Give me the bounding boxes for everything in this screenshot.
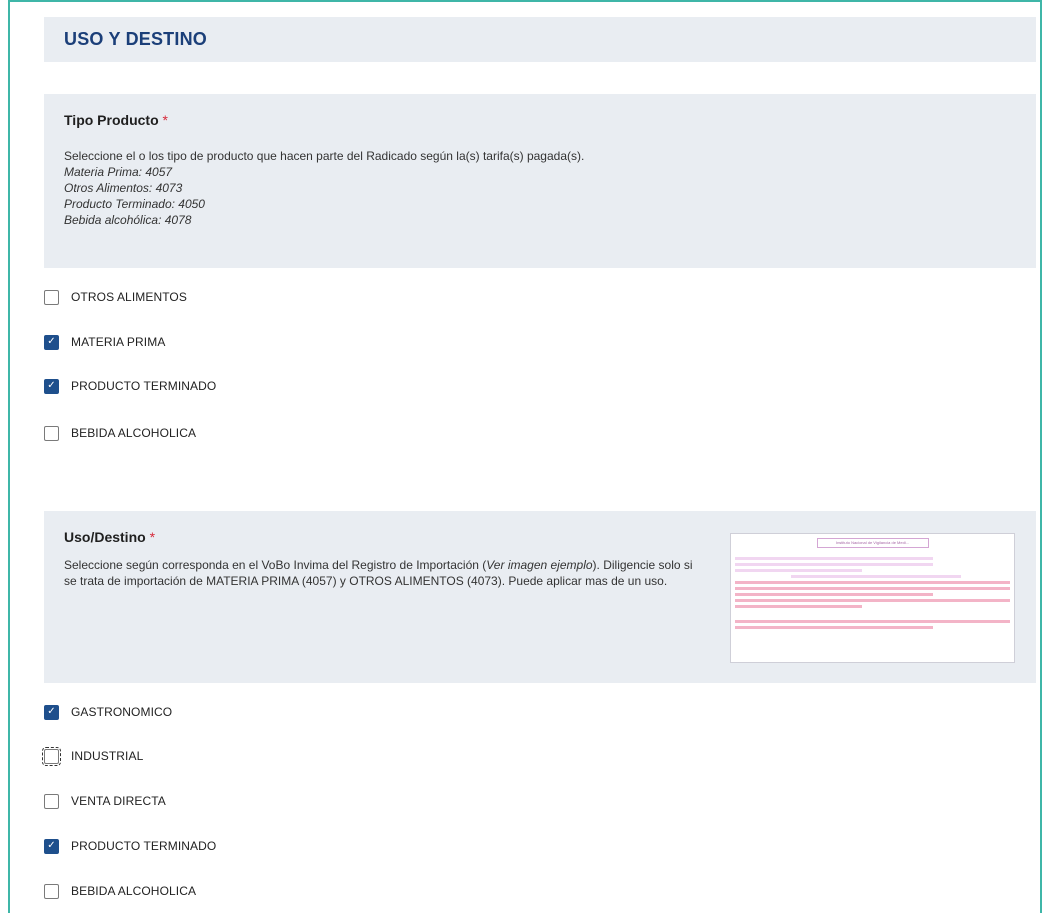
tariff-otros-alimentos: Otros Alimentos: 4073 [64,181,183,195]
section-header: USO Y DESTINO [44,17,1036,62]
check-icon: ✓ [47,380,56,391]
tipo-producto-title: Tipo Producto * [64,112,168,128]
uso-destino-description: Seleccione según corresponda en el VoBo … [64,558,693,588]
example-image-thumbnail[interactable]: Instituto Nacional de Vigilancia de Medi… [730,533,1015,663]
checkbox-gastronomico[interactable]: ✓ GASTRONOMICO [44,703,172,721]
image-line [735,626,934,629]
checkbox[interactable] [44,289,59,305]
image-line [735,563,934,566]
check-icon: ✓ [47,706,56,717]
section-title: USO Y DESTINO [64,29,207,49]
tipo-producto-description: Seleccione el o los tipo de producto que… [64,148,1016,228]
image-line [735,599,1010,602]
image-line [735,569,863,572]
image-line [735,620,1010,623]
image-line [735,581,1010,584]
required-mark: * [149,529,156,545]
checkbox[interactable] [44,793,59,809]
checkbox-bebida-alcoholica-uso[interactable]: BEBIDA ALCOHOLICA [44,882,196,900]
checkbox[interactable]: ✓ [44,334,59,350]
checkbox-materia-prima[interactable]: ✓ MATERIA PRIMA [44,333,165,351]
example-image-header: Instituto Nacional de Vigilancia de Medi… [816,538,929,548]
checkbox[interactable] [44,883,59,899]
image-line [735,593,934,596]
checkbox[interactable]: ✓ [44,838,59,854]
checkbox-otros-alimentos[interactable]: OTROS ALIMENTOS [44,288,187,306]
checkbox-industrial[interactable]: INDUSTRIAL [42,746,143,766]
check-icon: ✓ [47,840,56,851]
checkbox[interactable]: ✓ [44,378,59,394]
image-line [735,557,934,560]
tariff-producto-terminado: Producto Terminado: 4050 [64,197,205,211]
ver-imagen-ejemplo-link[interactable]: Ver imagen ejemplo [486,558,592,572]
image-line [791,575,961,578]
checkbox[interactable] [44,425,59,441]
check-icon: ✓ [47,336,56,347]
image-line [735,605,863,608]
tipo-producto-info: Tipo Producto * Seleccione el o los tipo… [44,94,1036,268]
checkbox-producto-terminado-uso[interactable]: ✓ PRODUCTO TERMINADO [44,837,216,855]
tariff-materia-prima: Materia Prima: 4057 [64,165,173,179]
tariff-bebida-alcoholica: Bebida alcohólica: 4078 [64,213,192,227]
checkbox[interactable]: ✓ [44,704,59,720]
required-mark: * [162,112,168,128]
checkbox-producto-terminado[interactable]: ✓ PRODUCTO TERMINADO [44,377,216,395]
checkbox-venta-directa[interactable]: VENTA DIRECTA [44,792,166,810]
checkbox[interactable] [42,746,61,766]
image-line [735,587,1010,590]
checkbox-bebida-alcoholica[interactable]: BEBIDA ALCOHOLICA [44,424,196,442]
